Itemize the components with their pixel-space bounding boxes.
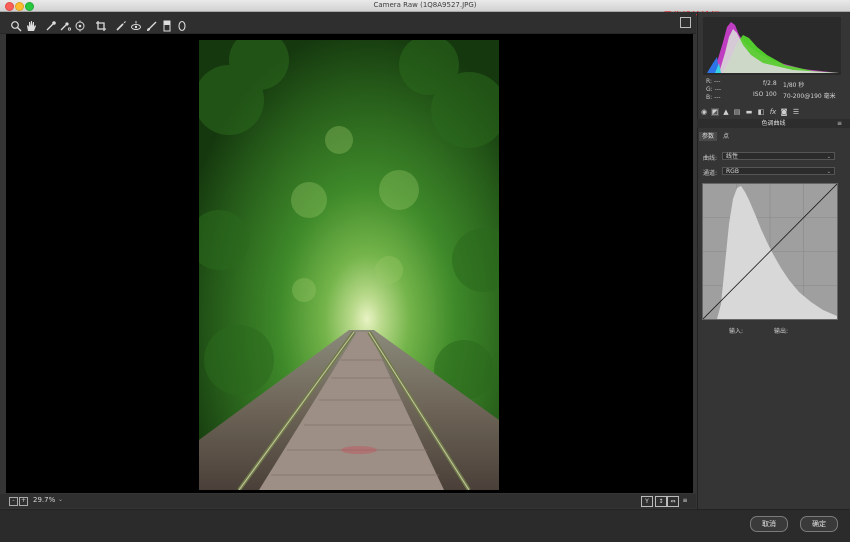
tone-curve-icon[interactable]: ◩: [711, 108, 719, 116]
section-title: 色调曲线: [697, 119, 850, 128]
targeted-adjustment-icon[interactable]: [74, 20, 86, 32]
chevron-down-icon: ⌄: [826, 154, 831, 160]
tab-parametric[interactable]: 参数: [699, 132, 718, 141]
channel-label: 通道:: [703, 170, 718, 177]
crop-icon[interactable]: [95, 20, 107, 32]
tone-curve-editor[interactable]: [702, 183, 838, 320]
graduated-filter-icon[interactable]: [161, 20, 173, 32]
iso-value: ISO 100: [753, 91, 777, 98]
footer-bar: [0, 509, 850, 542]
spot-removal-icon[interactable]: [115, 20, 127, 32]
chevron-down-icon: ⌄: [826, 169, 831, 175]
g-label: G:: [706, 86, 713, 93]
tab-point[interactable]: 点: [720, 132, 732, 141]
camera-calibration-icon[interactable]: ◙: [780, 108, 788, 116]
copy-settings-button[interactable]: ⇔: [667, 496, 679, 507]
zoom-dropdown-icon[interactable]: ⌄: [58, 496, 63, 503]
channel-select-value: RGB: [726, 168, 739, 175]
cancel-button[interactable]: 取消: [750, 516, 788, 532]
histogram: [703, 17, 841, 75]
before-after-view-button[interactable]: Y: [641, 496, 653, 507]
zoom-in-button[interactable]: +: [19, 497, 28, 506]
adjustment-brush-icon[interactable]: [146, 20, 158, 32]
zoom-out-button[interactable]: -: [9, 497, 18, 506]
presets-icon[interactable]: ☰: [792, 108, 800, 116]
status-bar: [0, 494, 696, 508]
b-label: B:: [706, 94, 713, 101]
output-label: 输出:: [774, 328, 789, 335]
aperture-value: f/2.8: [763, 80, 777, 87]
split-toning-icon[interactable]: ▬: [745, 108, 753, 116]
input-label: 输入:: [729, 328, 744, 335]
red-eye-icon[interactable]: [130, 20, 142, 32]
swap-before-after-button[interactable]: ↕: [655, 496, 667, 507]
lens-icon[interactable]: ◧: [757, 108, 765, 116]
lens-value: 70-200@190 毫米: [783, 93, 836, 100]
g-value: ---: [714, 86, 722, 93]
b-value: ---: [714, 94, 721, 101]
r-value: ---: [713, 78, 721, 85]
detail-icon[interactable]: ▲: [722, 108, 730, 116]
zoom-icon[interactable]: [10, 20, 22, 32]
panel-menu-icon[interactable]: ≡: [837, 120, 842, 127]
hsl-icon[interactable]: ▤: [733, 108, 741, 116]
fx-icon[interactable]: fx: [769, 108, 777, 116]
preview-image: [199, 40, 499, 490]
zoom-level[interactable]: 29.7%: [33, 496, 55, 504]
basic-icon[interactable]: ◉: [700, 108, 708, 116]
curve-select-value: 线性: [726, 153, 739, 160]
ok-button[interactable]: 确定: [800, 516, 838, 532]
shutter-value: 1/80 秒: [783, 82, 805, 89]
r-label: R:: [706, 78, 713, 85]
image-canvas[interactable]: [6, 34, 693, 493]
curve-label: 曲线:: [703, 155, 718, 162]
hand-icon[interactable]: [25, 20, 37, 32]
fullscreen-toggle-icon[interactable]: [680, 17, 691, 28]
white-balance-icon[interactable]: [45, 20, 57, 32]
toggle-settings-button[interactable]: ≡: [680, 496, 690, 505]
channel-select[interactable]: RGB ⌄: [722, 167, 835, 175]
curve-select[interactable]: 线性 ⌄: [722, 152, 835, 160]
color-sampler-icon[interactable]: [59, 20, 71, 32]
radial-filter-icon[interactable]: [176, 20, 188, 32]
